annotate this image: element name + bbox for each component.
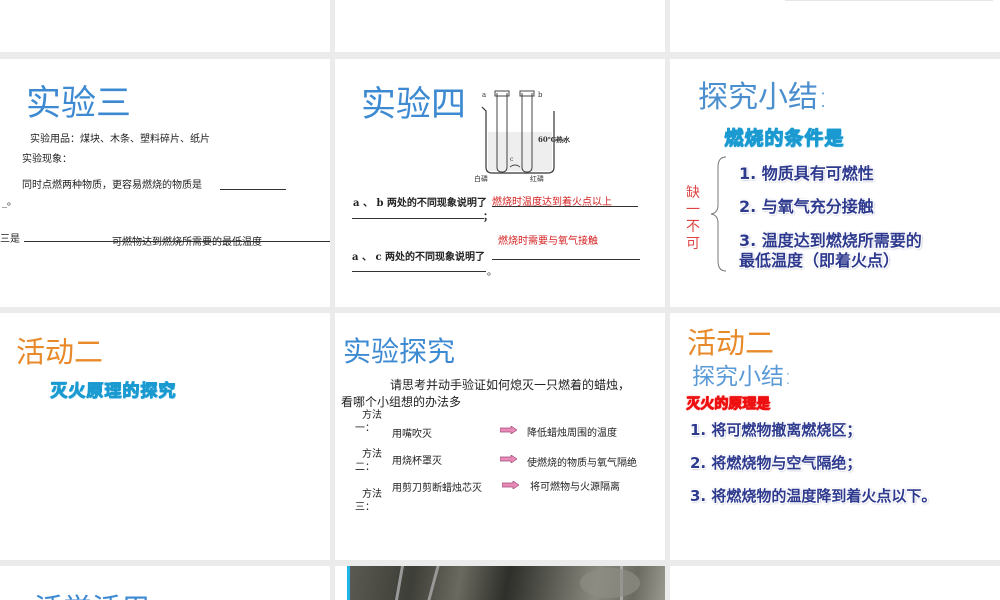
slide-experiment-3[interactable]: 实验三 实验用品：煤块、木条、塑料碎片、纸片 实验现象： 同时点燃两种物质，更容…: [0, 59, 330, 307]
slide-title: 实验探究: [343, 335, 456, 368]
slide-activity-2[interactable]: 活动二 灭火原理的探究: [0, 313, 330, 560]
semicolon: ；: [483, 212, 493, 223]
method-action: 用嘴吹灭: [392, 429, 432, 440]
question-2: a 、 c 两处的不同现象说明了: [352, 252, 486, 263]
condition-item: 2. 与氧气充分接触: [739, 197, 874, 216]
beaker-diagram: a b c 60℃热水 白磷 红磷: [474, 90, 571, 182]
arrow-right-icon: [502, 481, 519, 489]
brace-icon: [710, 156, 727, 272]
slide-apply[interactable]: 活学活用: [0, 566, 330, 600]
instruction-text: 看哪个小组想的办法多: [341, 395, 462, 409]
continuation-text: _。: [2, 197, 17, 208]
answer-blank: [492, 259, 640, 260]
answer-blank: [352, 218, 484, 219]
slide-thumbnail[interactable]: [670, 566, 1000, 600]
question-1: a 、 b 两处的不同现象说明了: [353, 198, 487, 209]
method-label: 一：: [355, 423, 375, 434]
label-white-phosphorus: 白磷: [474, 174, 488, 182]
stove-photo: [350, 566, 665, 600]
principle-item: 1. 将可燃物撤离燃烧区；: [690, 421, 862, 439]
slide-experiment-explore[interactable]: 实验探究 请思考并动手验证如何熄灭一只燃着的蜡烛， 看哪个小组想的办法多 方法 …: [335, 313, 665, 560]
method-result: 将可燃物与火源隔离: [530, 482, 620, 493]
method-action: 用烧杯罩灭: [392, 456, 442, 467]
slide-title: 实验四: [361, 85, 467, 125]
label-red-phosphorus: 红磷: [530, 174, 544, 182]
arrow-right-icon: [500, 426, 517, 434]
method-action: 用剪刀剪断蜡烛芯灭: [392, 483, 482, 494]
divider: [785, 0, 993, 1]
method-result: 使燃烧的物质与氧气隔绝: [527, 458, 637, 469]
slide-title: 活动二: [16, 335, 104, 369]
slide-title: 活动二: [687, 326, 775, 360]
slide-title: 活学活用: [34, 586, 150, 600]
slide-subtitle: 灭火原理的探究: [50, 381, 176, 401]
slide-title: 实验三: [26, 84, 132, 124]
materials-text: 实验用品：煤块、木条、塑料碎片、纸片: [30, 134, 210, 145]
method-label: 三：: [355, 502, 375, 513]
period: 。: [487, 267, 497, 278]
method-label: 二：: [355, 462, 375, 473]
slide-thumbnail[interactable]: [670, 0, 1000, 52]
slide-subtitle: 探究小结:: [692, 364, 792, 390]
indispensable-label: 缺一不可: [686, 185, 700, 252]
answer-blank: [352, 271, 486, 272]
instruction-text: 请思考并动手验证如何熄灭一只燃着的蜡烛，: [390, 378, 631, 392]
label-water: 60℃热水: [538, 135, 571, 144]
answer-2: 燃烧时需要与氧气接触: [498, 236, 598, 247]
question-text: 同时点燃两种物质，更容易燃烧的物质是: [22, 180, 202, 191]
slide-experiment-4[interactable]: 实验四 a b c 60℃热水 白磷 红磷 a 、 b 两处的不同现象说明了 燃…: [335, 59, 665, 307]
condition-item-continued: 最低温度（即着火点）: [739, 251, 900, 270]
arrow-right-icon: [500, 455, 517, 463]
phenomenon-label: 实验现象：: [22, 154, 72, 165]
method-result: 降低蜡烛周围的温度: [527, 428, 617, 439]
label-a: a: [482, 91, 486, 99]
principle-item: 2. 将燃烧物与空气隔绝；: [690, 454, 862, 472]
answer-text: 可燃物达到燃烧所需要的最低温度: [112, 237, 262, 248]
slide-summary-extinguish[interactable]: 活动二 探究小结: 灭火的原理是 1. 将可燃物撤离燃烧区； 2. 将燃烧物与空…: [670, 313, 1000, 560]
extinguish-principle-heading: 灭火的原理是: [686, 396, 770, 412]
slide-thumbnail[interactable]: [0, 0, 330, 52]
answer-blank: [492, 206, 638, 207]
combustion-conditions-heading: 燃烧的条件是: [724, 127, 845, 149]
principle-item: 3. 将燃烧物的温度降到着火点以下。: [690, 487, 937, 505]
slide-thumbnail[interactable]: [335, 0, 665, 52]
condition-item: 1. 物质具有可燃性: [739, 164, 874, 183]
slide-photo-selected[interactable]: [335, 566, 665, 600]
answer-blank: [220, 189, 286, 190]
slide-summary-combustion[interactable]: 探究小结: 燃烧的条件是 缺一不可 1. 物质具有可燃性 2. 与氧气充分接触 …: [670, 59, 1000, 307]
label-b: b: [538, 91, 543, 99]
slide-title: 探究小结:: [698, 80, 829, 115]
conclusion-label: 三是: [0, 234, 20, 245]
